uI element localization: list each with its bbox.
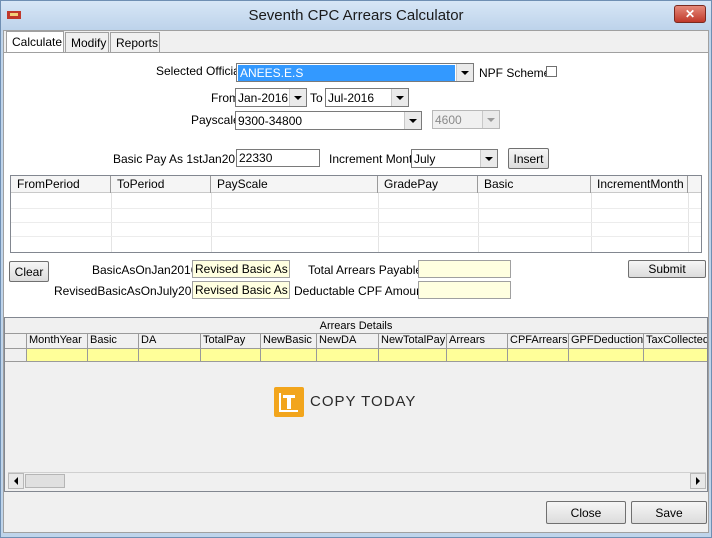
basic-jan-label: BasicAsOnJan2016 xyxy=(92,263,198,277)
revised-jul-label: RevisedBasicAsOnJuly2016 xyxy=(54,284,205,298)
scroll-thumb[interactable] xyxy=(25,474,65,488)
chevron-left-icon xyxy=(14,477,18,485)
npf-scheme-checkbox[interactable] xyxy=(546,66,557,77)
basic-pay-input[interactable]: 22330 xyxy=(236,149,320,167)
chevron-down-icon[interactable] xyxy=(289,89,306,106)
payscale-dropdown[interactable]: 9300-34800 xyxy=(235,111,422,130)
table-row[interactable] xyxy=(5,348,707,362)
column-header[interactable]: FromPeriod xyxy=(11,176,111,193)
submit-button[interactable]: Submit xyxy=(628,260,706,278)
revised-jul-field[interactable]: Revised Basic As xyxy=(192,281,290,299)
increment-month-dropdown[interactable]: July xyxy=(411,149,498,168)
copy-today-logo-icon xyxy=(274,387,304,417)
table-cell[interactable] xyxy=(447,349,508,361)
grid-line xyxy=(211,193,212,252)
grid-line xyxy=(591,193,592,252)
copy-today-logo-text: COPY TODAY xyxy=(310,393,417,410)
table-cell[interactable] xyxy=(569,349,644,361)
window-title: Seventh CPC Arrears Calculator xyxy=(248,7,464,24)
chevron-right-icon xyxy=(696,477,700,485)
column-header[interactable]: NewTotalPay xyxy=(379,333,447,348)
basic-pay-label: Basic Pay As 1stJan2016 xyxy=(113,152,249,166)
column-header[interactable]: ToPeriod xyxy=(111,176,211,193)
selected-official-dropdown[interactable]: ANEES.E.S xyxy=(236,63,474,82)
chevron-down-icon xyxy=(482,111,499,128)
total-arrears-field[interactable] xyxy=(418,260,511,278)
payscale-value: 9300-34800 xyxy=(238,114,303,128)
column-header[interactable]: GPFDeduction xyxy=(569,333,644,348)
insert-button[interactable]: Insert xyxy=(508,148,549,169)
gradepay-value: 4600 xyxy=(435,113,462,127)
grid-line xyxy=(11,222,701,223)
app-window: Seventh CPC Arrears Calculator ✕ Calcula… xyxy=(0,0,712,538)
tab-calculate[interactable]: Calculate xyxy=(6,31,64,53)
table-cell[interactable] xyxy=(317,349,379,361)
from-dropdown[interactable]: Jan-2016 xyxy=(235,88,307,107)
close-button[interactable]: Close xyxy=(546,501,626,524)
client-area: Calculate Modify Reports Selected Offici… xyxy=(3,30,709,533)
cpf-label: Deductable CPF Amount xyxy=(294,284,427,298)
column-header[interactable]: Arrears xyxy=(447,333,508,348)
payscale-label: Payscale xyxy=(191,113,240,127)
arrears-details-title: Arrears Details xyxy=(319,320,393,332)
column-header[interactable]: NewDA xyxy=(317,333,379,348)
grid-line xyxy=(111,193,112,252)
table-cell[interactable] xyxy=(88,349,139,361)
column-header[interactable]: NewBasic xyxy=(261,333,317,348)
row-header[interactable] xyxy=(5,349,27,361)
table-cell[interactable] xyxy=(508,349,569,361)
grid-line xyxy=(11,236,701,237)
chevron-down-icon[interactable] xyxy=(456,64,473,81)
table-cell[interactable] xyxy=(261,349,317,361)
table-cell[interactable] xyxy=(27,349,88,361)
column-header[interactable]: TaxCollected xyxy=(644,333,707,348)
column-header[interactable]: GradePay xyxy=(378,176,478,193)
column-header[interactable]: DA xyxy=(139,333,201,348)
column-header[interactable]: PayScale xyxy=(211,176,378,193)
from-value: Jan-2016 xyxy=(238,91,289,105)
column-header[interactable]: IncrementMonth xyxy=(591,176,688,193)
gradepay-dropdown: 4600 xyxy=(432,110,500,129)
calculate-panel: Selected Official ANEES.E.S NPF Scheme F… xyxy=(4,52,708,330)
title-bar: Seventh CPC Arrears Calculator ✕ xyxy=(1,1,711,31)
row-header-corner xyxy=(5,333,27,348)
to-value: Jul-2016 xyxy=(328,91,375,105)
table-cell[interactable] xyxy=(201,349,261,361)
column-header[interactable]: CPFArrears xyxy=(508,333,569,348)
chevron-down-icon[interactable] xyxy=(480,150,497,167)
selected-official-value: ANEES.E.S xyxy=(238,65,455,81)
column-header[interactable]: Basic xyxy=(478,176,591,193)
selected-official-label: Selected Official xyxy=(156,64,243,78)
increment-month-value: July xyxy=(414,152,436,166)
grid-line xyxy=(378,193,379,252)
pay-grid[interactable]: FromPeriod ToPeriod PayScale GradePay Ba… xyxy=(10,175,702,253)
column-header[interactable]: TotalPay xyxy=(201,333,261,348)
chevron-down-icon[interactable] xyxy=(391,89,408,106)
tab-reports[interactable]: Reports xyxy=(110,32,160,52)
grid-line xyxy=(478,193,479,252)
npf-scheme-label: NPF Scheme xyxy=(479,66,551,80)
column-header[interactable]: MonthYear xyxy=(27,333,88,348)
to-label: To xyxy=(310,91,323,105)
scroll-left-button[interactable] xyxy=(8,473,24,489)
increment-month-label: Increment Month xyxy=(329,152,420,166)
tab-modify[interactable]: Modify xyxy=(65,32,109,52)
cpf-field[interactable] xyxy=(418,281,511,299)
total-arrears-label: Total Arrears Payable xyxy=(308,263,423,277)
scroll-right-button[interactable] xyxy=(690,473,706,489)
to-dropdown[interactable]: Jul-2016 xyxy=(325,88,409,107)
horizontal-scrollbar[interactable] xyxy=(8,472,706,489)
pay-grid-header: FromPeriod ToPeriod PayScale GradePay Ba… xyxy=(11,176,701,193)
window-close-button[interactable]: ✕ xyxy=(674,5,706,23)
table-cell[interactable] xyxy=(139,349,201,361)
column-header[interactable]: Basic xyxy=(88,333,139,348)
basic-jan-field[interactable]: Revised Basic As xyxy=(192,260,290,278)
grid-line xyxy=(688,193,689,252)
save-button[interactable]: Save xyxy=(631,501,707,524)
grid-line xyxy=(11,208,701,209)
table-cell[interactable] xyxy=(379,349,447,361)
chevron-down-icon[interactable] xyxy=(404,112,421,129)
clear-button[interactable]: Clear xyxy=(9,261,49,282)
